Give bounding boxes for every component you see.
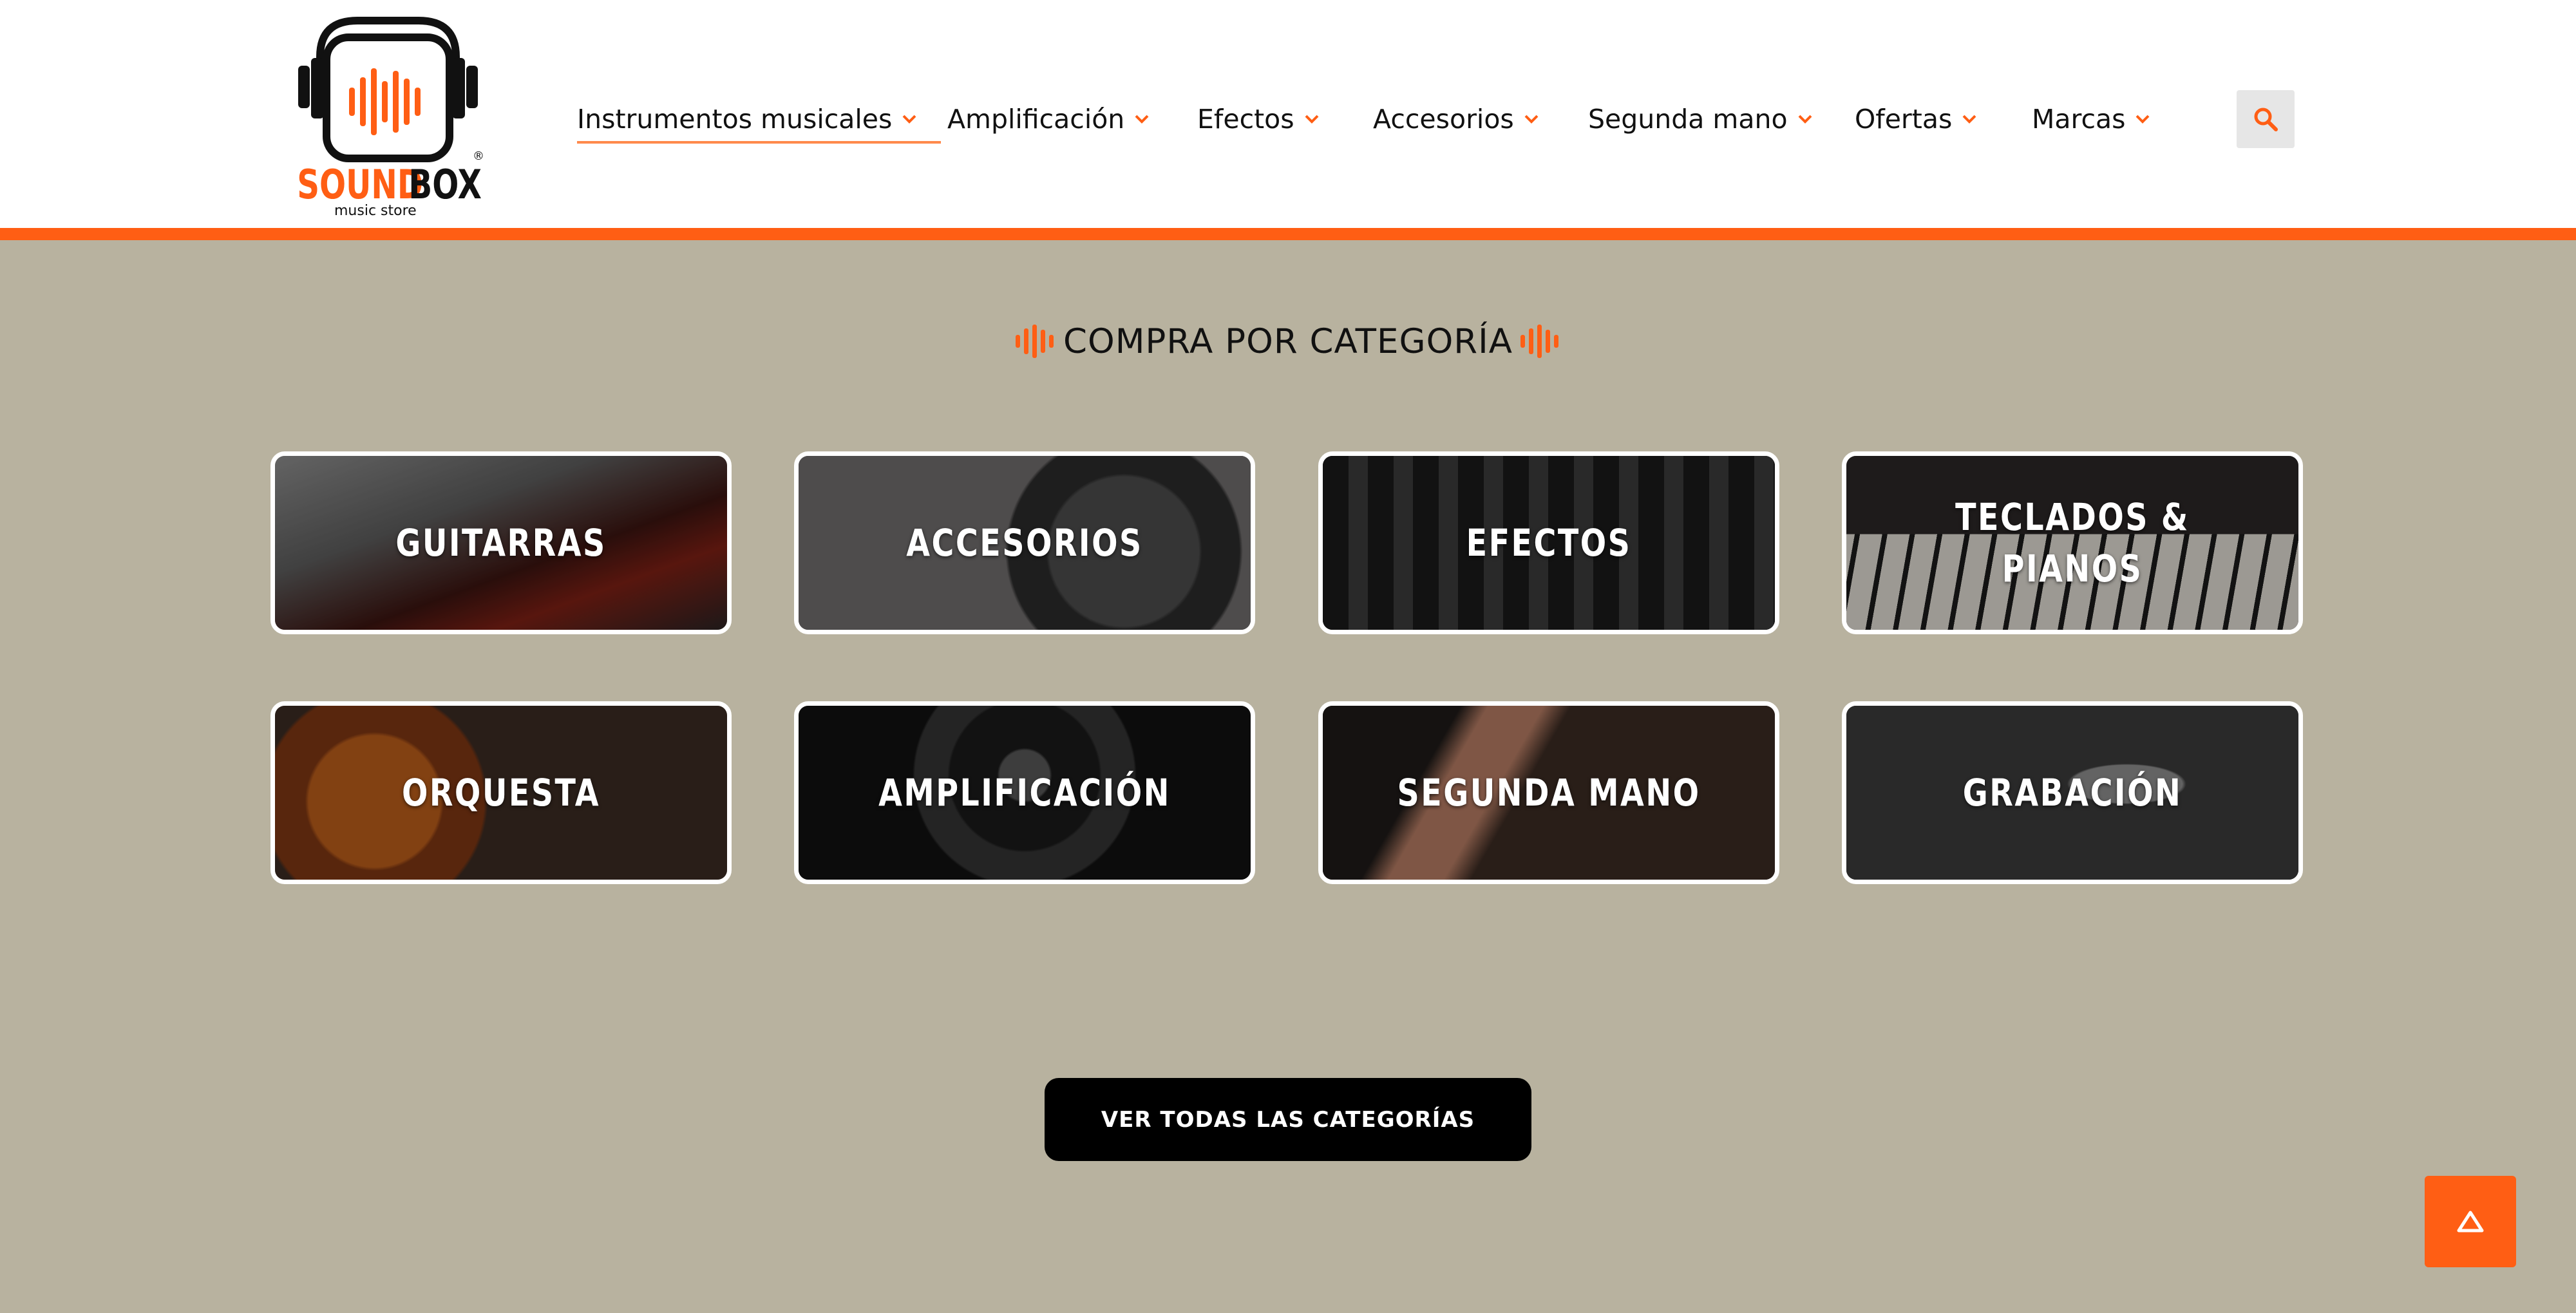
search-button[interactable]: [2237, 90, 2295, 148]
nav-item-instrumentos[interactable]: Instrumentos musicales: [577, 97, 918, 142]
category-label: EFECTOS: [1466, 521, 1632, 565]
nav-item-amplificacion[interactable]: Amplificación: [947, 97, 1150, 142]
category-card-teclados[interactable]: TECLADOS & PIANOS: [1842, 451, 2303, 634]
chevron-down-icon: [1524, 115, 1539, 124]
header-accent-bar: [0, 228, 2576, 240]
nav-label: Amplificación: [947, 104, 1125, 135]
category-card-accesorios[interactable]: ACCESORIOS: [794, 451, 1255, 634]
nav-item-segunda-mano[interactable]: Segunda mano: [1588, 97, 1814, 142]
sound-wave-icon: [1015, 325, 1054, 358]
svg-text:®: ®: [473, 149, 483, 163]
nav-active-underline: [577, 141, 941, 144]
chevron-down-icon: [1135, 115, 1149, 124]
site-header: SOUND BOX ® music store Instrumentos mus…: [0, 0, 2576, 228]
nav-item-ofertas[interactable]: Ofertas: [1855, 97, 1978, 142]
soundbox-logo[interactable]: SOUND BOX ® music store: [293, 12, 483, 221]
nav-label: Ofertas: [1855, 104, 1953, 135]
category-label: SEGUNDA MANO: [1397, 771, 1701, 815]
svg-text:BOX: BOX: [408, 162, 481, 208]
nav-item-efectos[interactable]: Efectos: [1197, 97, 1320, 142]
category-label: GRABACIÓN: [1962, 771, 2183, 815]
chevron-down-icon: [2136, 115, 2150, 124]
category-card-amplificacion[interactable]: AMPLIFICACIÓN: [794, 701, 1255, 884]
category-card-orquesta[interactable]: ORQUESTA: [270, 701, 732, 884]
svg-text:music store: music store: [334, 203, 417, 219]
chevron-down-icon: [1305, 115, 1319, 124]
nav-label: Instrumentos musicales: [577, 104, 893, 135]
view-all-categories-button[interactable]: VER TODAS LAS CATEGORÍAS: [1045, 1078, 1531, 1161]
chevron-down-icon: [1798, 115, 1812, 124]
nav-label: Efectos: [1197, 104, 1294, 135]
category-label: TECLADOS & PIANOS: [1955, 495, 2190, 590]
category-card-grabacion[interactable]: GRABACIÓN: [1842, 701, 2303, 884]
nav-label: Marcas: [2032, 104, 2126, 135]
category-label: GUITARRAS: [395, 521, 607, 565]
search-icon: [2254, 108, 2278, 131]
svg-text:SOUND: SOUND: [297, 162, 423, 208]
chevron-down-icon: [902, 115, 916, 124]
sound-wave-icon: [1520, 325, 1559, 358]
arrow-up-icon: [2457, 1211, 2484, 1233]
nav-item-accesorios[interactable]: Accesorios: [1373, 97, 1540, 142]
nav-label: Accesorios: [1373, 104, 1514, 135]
category-label: ACCESORIOS: [906, 521, 1143, 565]
category-label: ORQUESTA: [401, 771, 601, 815]
category-card-efectos[interactable]: EFECTOS: [1318, 451, 1779, 634]
nav-item-marcas[interactable]: Marcas: [2032, 97, 2151, 142]
category-label: AMPLIFICACIÓN: [878, 771, 1171, 815]
logo-graphic: SOUND BOX ® music store: [297, 17, 483, 219]
section-title: COMPRA POR CATEGORÍA: [1063, 321, 1513, 361]
category-card-segunda-mano[interactable]: SEGUNDA MANO: [1318, 701, 1779, 884]
chevron-down-icon: [1962, 115, 1976, 124]
section-heading: COMPRA POR CATEGORÍA: [0, 316, 2576, 367]
scroll-to-top-button[interactable]: [2425, 1176, 2516, 1267]
category-card-guitarras[interactable]: GUITARRAS: [270, 451, 732, 634]
nav-label: Segunda mano: [1588, 104, 1788, 135]
